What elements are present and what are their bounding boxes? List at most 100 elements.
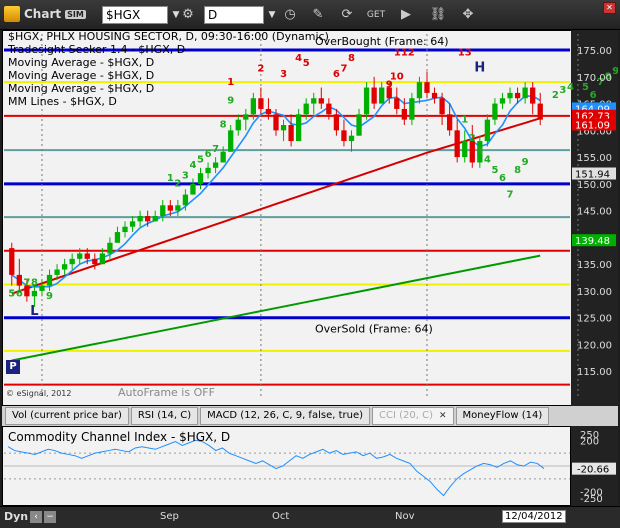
tab-label: MACD (12, 26, C, 9, false, true) — [207, 410, 364, 421]
seeker-count-label: 6 — [16, 288, 23, 299]
candle-body — [273, 114, 279, 131]
interval-dropdown-arrow-icon[interactable]: ▼ — [266, 6, 278, 24]
candle-body — [205, 167, 211, 174]
sim-badge: SIM — [65, 9, 86, 19]
price-tick-label: 120.00 — [577, 340, 612, 351]
candle-body — [39, 285, 45, 291]
candle-body — [296, 114, 302, 142]
tab-moneyflow[interactable]: MoneyFlow (14) — [455, 407, 550, 425]
get-button[interactable]: GET — [366, 5, 386, 25]
cci-tick-label: 200 — [580, 436, 599, 447]
seeker-count-label: 5 — [582, 82, 589, 93]
seeker-count-label: L — [30, 304, 38, 319]
seeker-count-label: 3 — [476, 146, 483, 157]
price-tick-label: 150.00 — [577, 180, 612, 191]
seeker-count-label: 5 — [491, 165, 498, 176]
candle-body — [31, 290, 38, 297]
pencil-icon[interactable]: ✎ — [308, 5, 328, 25]
candle-body — [280, 125, 287, 131]
refresh-icon[interactable]: ⟳ — [337, 5, 357, 25]
price-tick-label: 115.00 — [577, 367, 612, 378]
candle-body — [265, 108, 272, 115]
candle-body — [439, 98, 445, 115]
seeker-count-label: 9 — [46, 291, 53, 302]
price-marker-label: 151.94 — [575, 169, 610, 180]
candle-body — [409, 98, 415, 120]
price-tick-label: 125.00 — [577, 314, 612, 325]
seeker-count-label: 7 — [507, 189, 514, 200]
candle-body — [84, 253, 90, 259]
candle-body — [522, 87, 528, 99]
seeker-count-label: 4 — [189, 160, 196, 171]
month-label: Oct — [272, 511, 290, 522]
chart-legend: $HGX, PHLX HOUSING SECTOR, D, 09:30-16:0… — [8, 30, 329, 108]
close-window-icon[interactable]: ✕ — [603, 2, 616, 14]
app-logo-icon — [4, 6, 20, 22]
scroll-left-icon[interactable]: ‹ — [30, 511, 42, 523]
clock-icon[interactable]: ◷ — [280, 5, 300, 25]
play-icon[interactable]: ▶ — [396, 5, 416, 25]
title-bar: Chart SIM $HGX ▼ ⚙ D ▼ ◷ ✎ ⟳ GET ▶ ⛓ ✥ ✕ — [0, 0, 620, 30]
candle-body — [446, 114, 453, 131]
candle-body — [107, 242, 113, 254]
candle-body — [333, 114, 340, 131]
interval-input[interactable]: D — [204, 6, 264, 24]
zoom-out-icon[interactable]: − — [44, 511, 56, 523]
symbol-input[interactable]: $HGX — [102, 6, 168, 24]
price-tick-label: 130.00 — [577, 287, 612, 298]
seeker-count-label: 4 — [484, 154, 491, 165]
p-logo-icon[interactable]: P — [6, 360, 20, 374]
month-label: Sep — [160, 511, 179, 522]
candle-body — [182, 194, 189, 206]
seeker-count-label: 3 — [559, 85, 566, 96]
seeker-count-label: 8 — [348, 53, 355, 64]
candle-body — [160, 205, 166, 216]
tab-rsi[interactable]: RSI (14, C) — [130, 407, 199, 425]
candle-body — [341, 130, 347, 142]
candle-body — [507, 92, 513, 99]
cci-line — [7, 439, 545, 497]
seeker-count-label: 6 — [333, 69, 340, 80]
candle-body — [46, 274, 53, 286]
candle-body — [379, 87, 385, 104]
tools-icon[interactable]: ✥ — [458, 5, 478, 25]
legend-line-ma3: Moving Average - $HGX, D — [8, 82, 155, 95]
seeker-count-label: 2 — [469, 133, 476, 144]
date-cursor-label: 12/04/2012 — [502, 510, 566, 523]
price-tick-label: 155.00 — [577, 153, 612, 164]
ma-slow-line — [11, 254, 541, 362]
seeker-count-label: 6 — [205, 149, 212, 160]
title-group: Chart SIM — [4, 6, 86, 22]
oversold-label: OverSold (Frame: 64) — [315, 323, 433, 336]
tab-label: MoneyFlow (14) — [462, 410, 543, 421]
candle-body — [228, 130, 234, 152]
price-tick-label: 170.00 — [577, 73, 612, 84]
seeker-count-label: 9 — [612, 66, 618, 77]
settings-icon[interactable]: ⚙ — [178, 5, 198, 25]
autoframe-label: AutoFrame is OFF — [118, 386, 215, 399]
candle-body — [484, 119, 491, 142]
link-icon[interactable]: ⛓ — [428, 5, 448, 25]
tab-label: RSI (14, C) — [137, 410, 192, 421]
close-icon[interactable]: ✕ — [439, 407, 447, 425]
indicator-tabs: Vol (current price bar) RSI (14, C) MACD… — [2, 406, 618, 426]
seeker-count-label: 5 — [197, 154, 204, 165]
seeker-count-label: 8 — [31, 278, 38, 289]
candle-body — [69, 258, 75, 265]
tab-label: Vol (current price bar) — [12, 410, 122, 421]
tab-macd[interactable]: MACD (12, 26, C, 9, false, true) — [200, 407, 371, 425]
candle-body — [54, 269, 60, 275]
candle-body — [499, 98, 506, 104]
bottom-bar: Dyn ‹ − Sep Oct Nov 12/04/2012 — [0, 506, 620, 528]
candle-body — [243, 114, 249, 120]
candle-body — [137, 216, 143, 222]
copyright-text: © eSignal, 2012 — [6, 389, 72, 398]
candle-body — [356, 114, 362, 136]
tab-cci[interactable]: CCI (20, C) ✕ — [372, 407, 454, 425]
legend-line-seeker: Tradesight Seeker 1.4 - $HGX, D — [8, 43, 186, 56]
candle-body — [61, 264, 68, 270]
candle-body — [416, 82, 423, 99]
tab-volume[interactable]: Vol (current price bar) — [5, 407, 129, 425]
candle-body — [197, 173, 204, 184]
cci-current-label: -20.66 — [577, 465, 609, 476]
